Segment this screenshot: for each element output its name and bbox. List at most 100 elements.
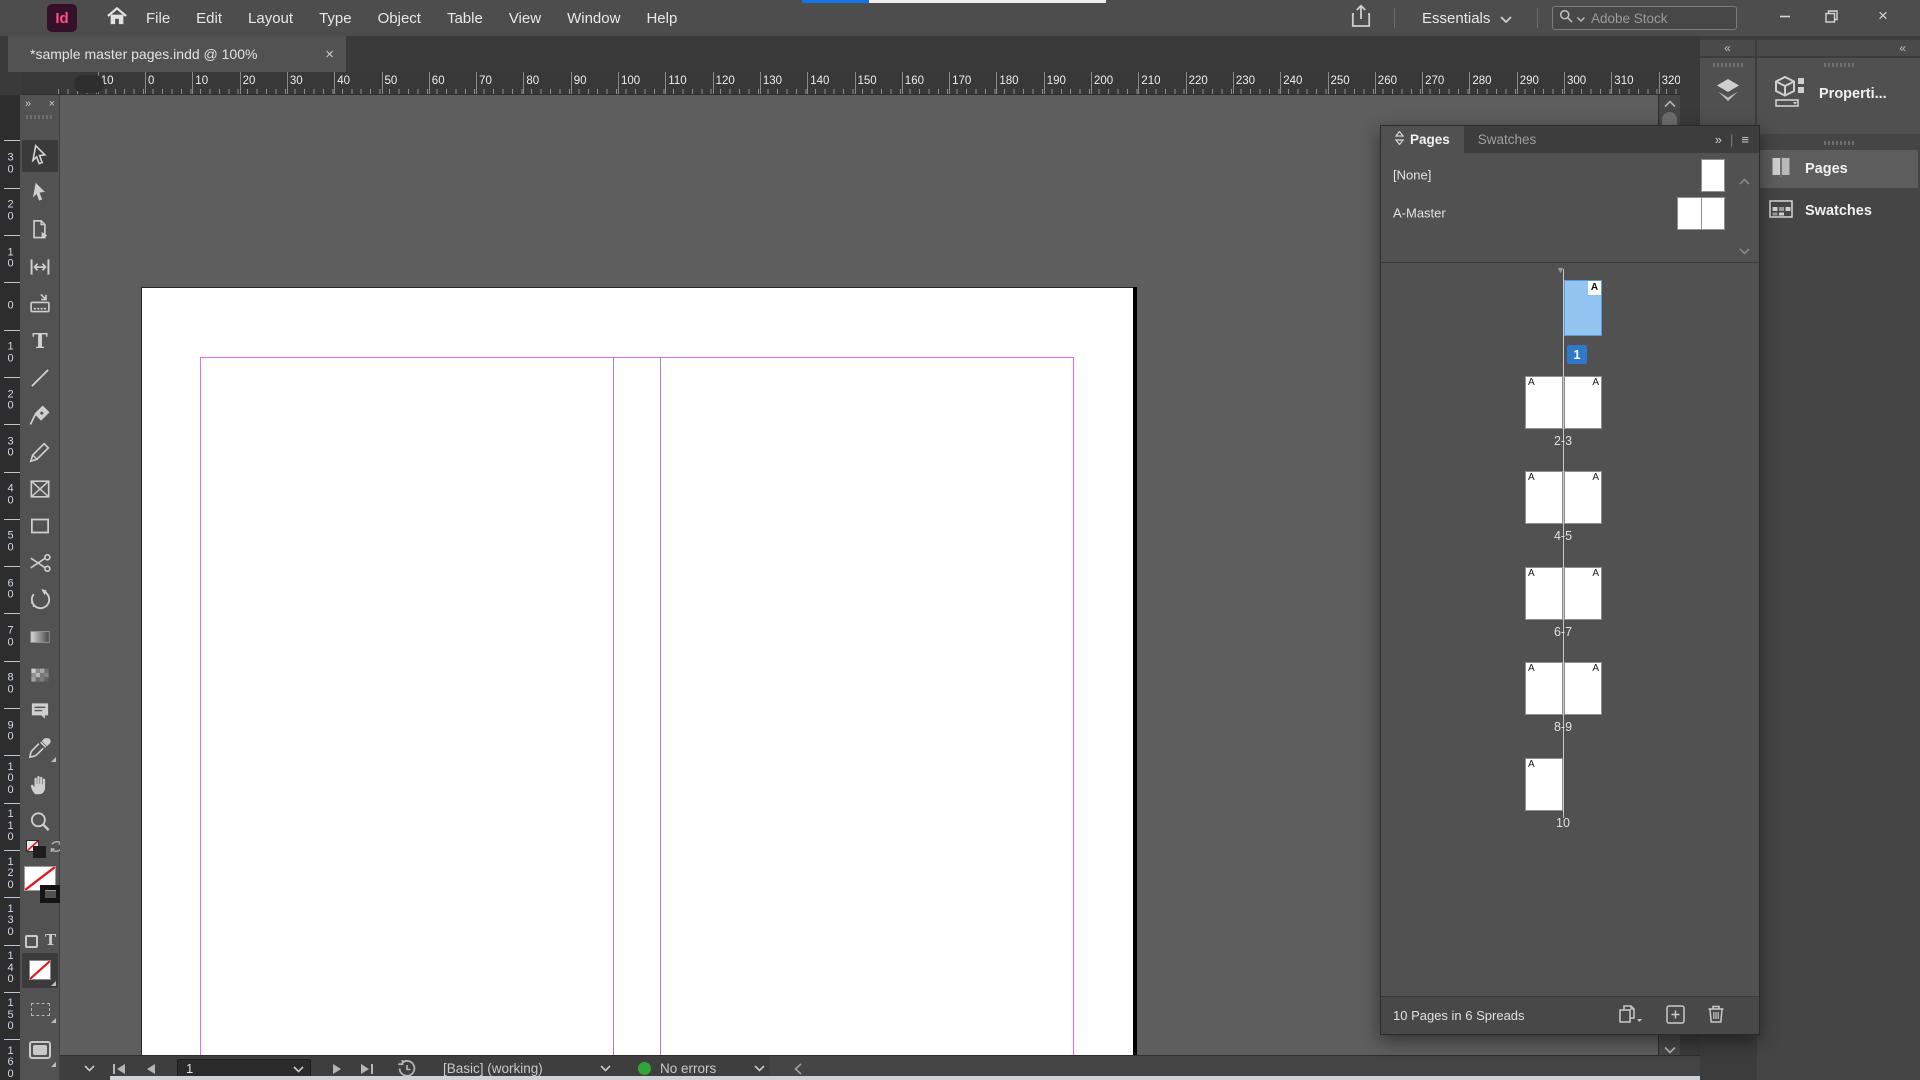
menu-table[interactable]: Table: [434, 10, 496, 27]
page-thumbnail-4[interactable]: A: [1525, 471, 1563, 524]
delete-page-icon[interactable]: [1707, 1004, 1725, 1027]
menu-help[interactable]: Help: [633, 10, 690, 27]
expand-panel-icon[interactable]: »: [25, 98, 31, 110]
gap-tool[interactable]: [22, 251, 58, 283]
page-thumbnail-8[interactable]: A: [1525, 662, 1563, 715]
menu-file[interactable]: File: [133, 10, 183, 27]
dock-grip[interactable]: [1713, 63, 1743, 67]
menu-edit[interactable]: Edit: [183, 10, 235, 27]
column-guide-right[interactable]: [660, 357, 661, 1055]
apply-gradient-button[interactable]: [22, 995, 58, 1025]
note-tool[interactable]: [22, 695, 58, 727]
page-number-badge-1[interactable]: 1: [1567, 345, 1587, 364]
pen-tool[interactable]: [22, 399, 58, 431]
status-chevron-icon[interactable]: [84, 1056, 95, 1080]
apply-none-button[interactable]: [22, 953, 58, 988]
spread-label-8-9[interactable]: 8-9: [1523, 720, 1603, 734]
page-thumbnail-1[interactable]: A: [1564, 280, 1602, 336]
column-guide-left[interactable]: [613, 357, 614, 1055]
zoom-tool[interactable]: [22, 806, 58, 838]
scroll-down-icon[interactable]: [1664, 1041, 1676, 1055]
stroke-swatch[interactable]: [40, 885, 61, 903]
pencil-tool[interactable]: [22, 436, 58, 468]
dock-button-pages[interactable]: Pages: [1759, 150, 1918, 188]
menu-view[interactable]: View: [496, 10, 554, 27]
dock-button-swatches[interactable]: Swatches: [1759, 192, 1918, 230]
document-tab[interactable]: *sample master pages.indd @ 100% ×: [8, 36, 346, 72]
vertical-ruler[interactable]: 3 02 01 001 02 03 04 05 06 07 08 09 01 0…: [0, 95, 22, 1080]
scissors-tool[interactable]: [22, 547, 58, 579]
tab-pages[interactable]: Pages: [1381, 126, 1464, 153]
page-thumbnail-6[interactable]: A: [1525, 567, 1563, 620]
search-input[interactable]: [1589, 10, 1730, 27]
spread-label-4-5[interactable]: 4-5: [1523, 529, 1603, 543]
formatting-affects-container-button[interactable]: [25, 935, 38, 948]
page-thumbnail-5[interactable]: A: [1564, 471, 1602, 524]
horizontal-ruler[interactable]: 1001020304050607080901001101201301401501…: [22, 72, 1680, 95]
eyedropper-tool[interactable]: [22, 732, 58, 764]
master-row-none[interactable]: [None]: [1381, 156, 1759, 194]
mini-fill-stroke-proxy[interactable]: [26, 840, 48, 860]
minimize-button[interactable]: [1762, 0, 1808, 32]
master-a-thumbnail[interactable]: [1677, 197, 1725, 230]
rectangle-tool[interactable]: [22, 510, 58, 542]
home-button[interactable]: [100, 5, 134, 31]
dock-grip[interactable]: [1824, 63, 1854, 67]
gradient-swatch-tool[interactable]: [22, 621, 58, 653]
menu-window[interactable]: Window: [554, 10, 633, 27]
page-list-chevron-icon[interactable]: [293, 1060, 304, 1078]
properties-panel-tile[interactable]: Properti...: [1757, 58, 1920, 134]
restore-button[interactable]: [1808, 0, 1854, 32]
type-tool[interactable]: T: [22, 325, 58, 357]
spread-label-10[interactable]: 10: [1523, 816, 1603, 830]
spread-label-2-3[interactable]: 2-3: [1523, 434, 1603, 448]
hand-tool[interactable]: [22, 769, 58, 801]
panel-menu-icon[interactable]: ≡: [1741, 132, 1749, 147]
edit-page-size-icon[interactable]: [1618, 1004, 1644, 1027]
masters-scroll-down-icon[interactable]: [1739, 242, 1750, 260]
tools-grip-handle[interactable]: [26, 115, 54, 119]
page-thumbnail-2[interactable]: A: [1525, 376, 1563, 429]
page-thumbnail-3[interactable]: A: [1564, 376, 1602, 429]
scroll-up-icon[interactable]: [1664, 95, 1676, 113]
menu-object[interactable]: Object: [365, 10, 434, 27]
workspace-switcher[interactable]: Essentials: [1408, 0, 1526, 36]
gradient-feather-tool[interactable]: [22, 658, 58, 690]
spread-label-6-7[interactable]: 6-7: [1523, 625, 1603, 639]
margin-guide-left[interactable]: [200, 357, 201, 1055]
panel-section-divider[interactable]: [1381, 262, 1759, 263]
formatting-affects-text-button[interactable]: T: [45, 931, 56, 949]
tab-close-icon[interactable]: ×: [325, 46, 334, 63]
page-tool[interactable]: [22, 214, 58, 246]
document-page[interactable]: [141, 287, 1133, 1055]
line-tool[interactable]: [22, 362, 58, 394]
content-collector-tool[interactable]: [22, 288, 58, 320]
page-thumbnail-7[interactable]: A: [1564, 567, 1602, 620]
adobe-stock-search[interactable]: [1552, 6, 1737, 30]
page-number-input[interactable]: [184, 1060, 289, 1077]
close-panel-icon[interactable]: ×: [49, 98, 55, 110]
master-row-a-master[interactable]: A-Master: [1381, 194, 1759, 232]
share-button[interactable]: [1346, 6, 1376, 30]
selection-tool[interactable]: [22, 140, 58, 172]
properties-panel-label[interactable]: Properti...: [1819, 86, 1887, 102]
frame-tool[interactable]: [22, 473, 58, 505]
margin-guide-right[interactable]: [1073, 357, 1074, 1055]
dock-grip[interactable]: [1824, 141, 1854, 145]
master-none-thumbnail[interactable]: [1701, 159, 1725, 192]
collapse-icon-dock-button[interactable]: «: [1700, 40, 1755, 56]
menu-type[interactable]: Type: [306, 10, 365, 27]
page-thumbnail-9[interactable]: A: [1564, 662, 1602, 715]
direct-selection-tool[interactable]: [22, 177, 58, 209]
window-close-button[interactable]: ×: [1860, 0, 1906, 32]
margin-guide-top[interactable]: [200, 357, 1074, 358]
masters-scroll-up-icon[interactable]: [1739, 172, 1750, 190]
page-thumbnail-10[interactable]: A: [1525, 758, 1563, 811]
tab-swatches[interactable]: Swatches: [1464, 126, 1551, 153]
screen-mode-button[interactable]: [22, 1033, 58, 1069]
free-transform-tool[interactable]: [22, 584, 58, 616]
menu-layout[interactable]: Layout: [235, 10, 306, 27]
panel-collapse-icon[interactable]: »: [1715, 132, 1722, 147]
layers-panel-tile[interactable]: [1700, 58, 1755, 134]
create-new-page-icon[interactable]: [1666, 1005, 1685, 1027]
